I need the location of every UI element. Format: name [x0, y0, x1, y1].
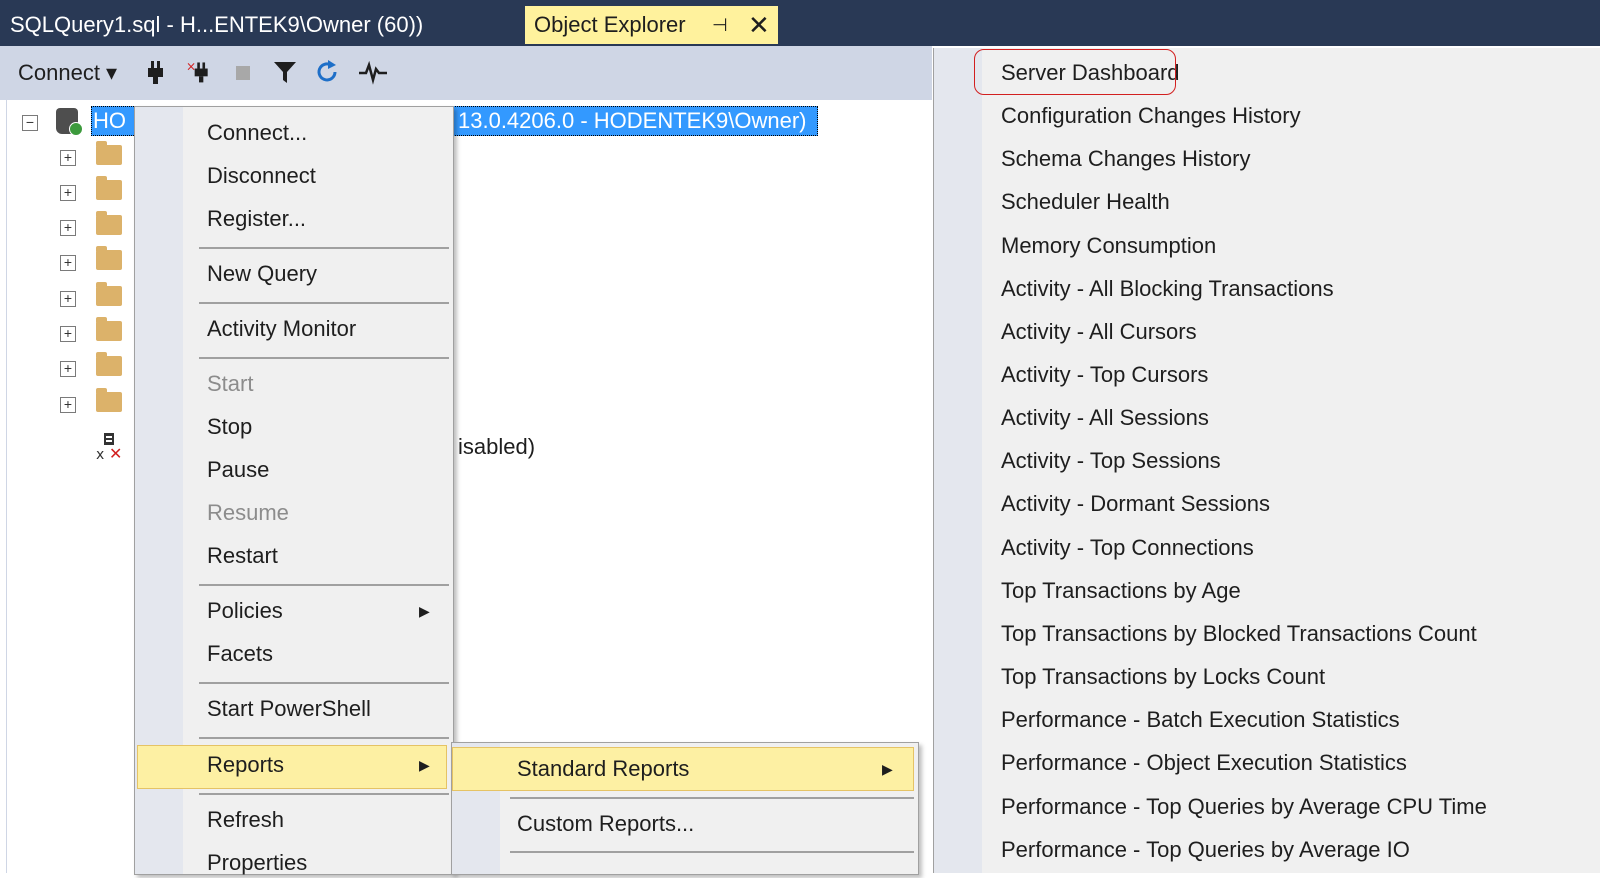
submenu-arrow-icon: ▶	[419, 603, 430, 619]
expand-toggle-icon[interactable]: +	[60, 185, 76, 201]
connect-dropdown-button[interactable]: Connect ▾	[18, 60, 117, 86]
menu-separator	[199, 357, 449, 359]
menu-item-start-powershell[interactable]: Start PowerShell	[207, 694, 371, 724]
menu-item-memory-consumption[interactable]: Memory Consumption	[1001, 231, 1216, 261]
menu-item-pause[interactable]: Pause	[207, 455, 269, 485]
expand-toggle-icon[interactable]: +	[60, 397, 76, 413]
expand-toggle-icon[interactable]: +	[60, 220, 76, 236]
menu-item-activity-top-connections[interactable]: Activity - Top Connections	[1001, 533, 1254, 563]
activity-monitor-icon[interactable]	[358, 58, 388, 86]
server-icon	[56, 108, 83, 136]
server-context-menu: Connect... Disconnect Register... New Qu…	[134, 106, 454, 875]
folder-icon	[96, 246, 122, 270]
menu-item-restart[interactable]: Restart	[207, 541, 278, 571]
folder-icon	[96, 352, 122, 376]
menu-item-top-transactions-by-age[interactable]: Top Transactions by Age	[1001, 576, 1241, 606]
menu-item-scheduler-health[interactable]: Scheduler Health	[1001, 187, 1170, 217]
folder-icon	[96, 211, 122, 235]
folder-icon	[96, 388, 122, 412]
menu-item-connect[interactable]: Connect...	[207, 118, 307, 148]
svg-text:✕: ✕	[109, 444, 122, 461]
menu-item-activity-all-blocking-transactions[interactable]: Activity - All Blocking Transactions	[1001, 274, 1334, 304]
expand-toggle-icon[interactable]: +	[60, 255, 76, 271]
menu-item-performance-top-queries-avg-io[interactable]: Performance - Top Queries by Average IO	[1001, 835, 1410, 865]
menu-item-stop[interactable]: Stop	[207, 412, 252, 442]
menu-separator	[199, 793, 449, 795]
menu-item-activity-top-sessions[interactable]: Activity - Top Sessions	[1001, 446, 1221, 476]
menu-item-performance-object-execution-statistics[interactable]: Performance - Object Execution Statistic…	[1001, 748, 1407, 778]
folder-icon	[96, 176, 122, 200]
highlight-circle-annotation	[974, 49, 1176, 95]
server-node-label: HO	[93, 108, 126, 133]
tab-sqlquery1[interactable]: SQLQuery1.sql - H...ENTEK9\Owner (60))	[0, 6, 510, 44]
submenu-arrow-icon: ▶	[882, 761, 893, 777]
menu-separator	[199, 682, 449, 684]
refresh-icon[interactable]	[315, 58, 341, 86]
menu-item-resume: Resume	[207, 500, 289, 525]
tab-object-explorer-label: Object Explorer	[534, 12, 686, 37]
menu-item-start: Start	[207, 371, 254, 396]
svg-text:x: x	[96, 447, 104, 461]
menu-item-custom-reports[interactable]: Custom Reports...	[517, 809, 694, 839]
server-node-label-version: 13.0.4206.0 - HODENTEK9\Owner)	[458, 108, 807, 133]
menu-item-configuration-changes-history[interactable]: Configuration Changes History	[1001, 101, 1301, 131]
menu-item-performance-batch-execution-statistics[interactable]: Performance - Batch Execution Statistics	[1001, 705, 1400, 735]
expand-toggle-icon[interactable]: +	[60, 291, 76, 307]
menu-item-performance-top-queries-avg-cpu[interactable]: Performance - Top Queries by Average CPU…	[1001, 792, 1487, 822]
menu-item-standard-reports[interactable]: Standard Reports	[517, 754, 689, 784]
menu-separator	[510, 851, 914, 853]
standard-reports-submenu: Server Dashboard Configuration Changes H…	[933, 48, 1600, 873]
submenu-arrow-icon: ▶	[419, 757, 430, 773]
disconnect-plug-icon[interactable]: ×	[186, 58, 212, 86]
menu-item-activity-all-sessions[interactable]: Activity - All Sessions	[1001, 403, 1209, 433]
expand-toggle-icon[interactable]: +	[60, 326, 76, 342]
menu-item-register[interactable]: Register...	[207, 204, 306, 234]
collapse-toggle-icon[interactable]: −	[22, 115, 38, 131]
close-icon[interactable]: ✕	[748, 6, 770, 44]
sql-agent-node-label: isabled)	[458, 434, 536, 459]
menu-item-activity-all-cursors[interactable]: Activity - All Cursors	[1001, 317, 1197, 347]
menu-separator	[510, 797, 914, 799]
menu-item-disconnect[interactable]: Disconnect	[207, 161, 316, 191]
expand-toggle-icon[interactable]: +	[60, 150, 76, 166]
menu-item-properties[interactable]: Properties	[207, 848, 307, 878]
pin-icon[interactable]: ⊣	[712, 6, 728, 44]
folder-icon	[96, 141, 122, 165]
filter-icon[interactable]	[272, 58, 298, 86]
stop-icon[interactable]	[230, 58, 256, 86]
menu-item-refresh[interactable]: Refresh	[207, 805, 284, 835]
svg-text:×: ×	[186, 59, 196, 73]
menu-item-policies[interactable]: Policies	[207, 596, 283, 626]
menu-item-activity-dormant-sessions[interactable]: Activity - Dormant Sessions	[1001, 489, 1270, 519]
folder-icon	[96, 282, 122, 306]
menu-separator	[199, 584, 449, 586]
menu-separator	[199, 737, 449, 739]
object-explorer-toolbar: Connect ▾ ×	[0, 46, 932, 100]
menu-item-activity-monitor[interactable]: Activity Monitor	[207, 314, 356, 344]
folder-icon	[96, 317, 122, 341]
tab-object-explorer[interactable]: Object Explorer ⊣ ✕	[525, 6, 778, 44]
menu-separator	[199, 302, 449, 304]
menu-item-top-transactions-by-locks-count[interactable]: Top Transactions by Locks Count	[1001, 662, 1325, 692]
connect-plug-icon[interactable]	[142, 58, 168, 86]
menu-item-facets[interactable]: Facets	[207, 639, 273, 669]
menu-icon-gutter	[934, 48, 982, 873]
menu-item-activity-top-cursors[interactable]: Activity - Top Cursors	[1001, 360, 1208, 390]
menu-item-new-query[interactable]: New Query	[207, 259, 317, 289]
reports-submenu: Standard Reports ▶ Custom Reports...	[451, 742, 919, 875]
menu-item-top-transactions-by-blocked-count[interactable]: Top Transactions by Blocked Transactions…	[1001, 619, 1477, 649]
sql-agent-disabled-icon: x ✕	[96, 433, 122, 461]
menu-separator	[199, 247, 449, 249]
menu-item-reports[interactable]: Reports	[207, 750, 284, 780]
menu-item-highlight	[137, 745, 447, 789]
menu-item-schema-changes-history[interactable]: Schema Changes History	[1001, 144, 1250, 174]
expand-toggle-icon[interactable]: +	[60, 361, 76, 377]
document-tab-strip: SQLQuery1.sql - H...ENTEK9\Owner (60)) O…	[0, 0, 1600, 46]
